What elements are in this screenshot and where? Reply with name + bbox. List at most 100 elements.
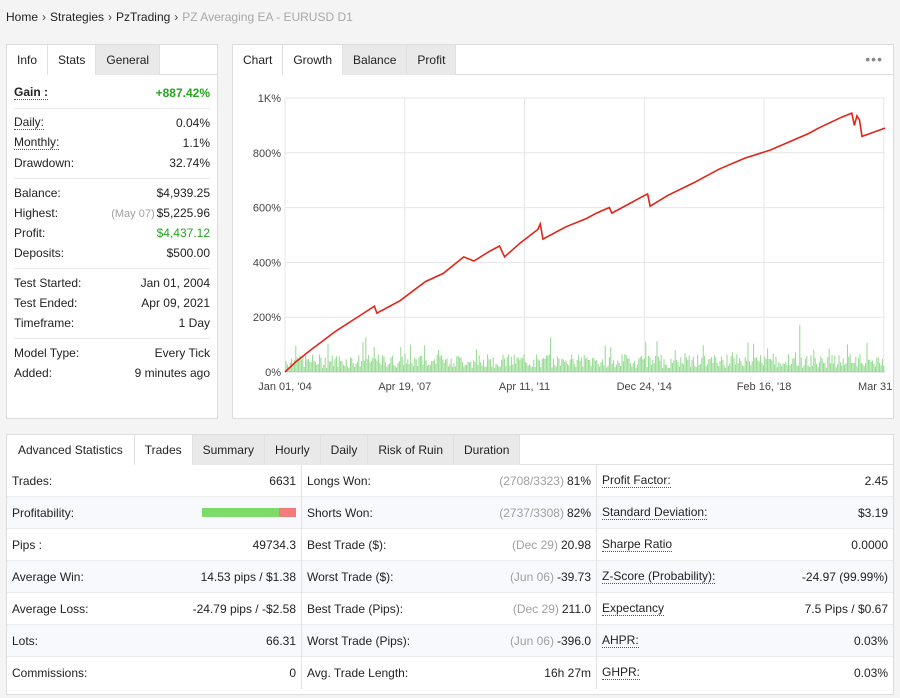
tab-summary[interactable]: Summary [192, 435, 265, 465]
rates-group: Daily: 0.04% Monthly: 1.1% Drawdown: 32.74% [14, 109, 210, 179]
z-score-value: -24.97 (99.99%) [801, 569, 888, 584]
tab-trades[interactable]: Trades [134, 435, 193, 465]
breadcrumb-pztrading[interactable]: PzTrading [116, 10, 170, 24]
chart-tabs: Chart Growth Balance Profit [233, 45, 893, 75]
balance-group: Balance: $4,939.25 Highest: (May 07) $5,225… [14, 179, 210, 269]
advanced-statistics-panel: Advanced Statistics Trades Summary Hourl… [6, 434, 894, 695]
tab-daily[interactable]: Daily [320, 435, 369, 465]
x-tick-label: Jan 01, '04 [258, 381, 311, 393]
z-score-label[interactable]: Z-Score (Probability): [602, 569, 716, 584]
x-tick-label: Apr 19, '07 [378, 381, 431, 393]
profitability-lost-fill [279, 508, 296, 517]
advanced-grid: Trades: 6631 Profitability: Pips : 49734.3… [7, 465, 893, 689]
advanced-statistics-title: Advanced Statistics [7, 435, 135, 465]
tab-stats[interactable]: Stats [48, 45, 97, 75]
tab-general[interactable]: General [96, 45, 161, 75]
tab-chart[interactable]: Chart [233, 45, 284, 75]
best-trade-usd-value: 20.98 [560, 537, 591, 552]
best-trade-pips-label: Best Trade (Pips): [307, 601, 404, 616]
stat-row: Longs Won: (2708/3323) 81% [302, 465, 596, 497]
y-tick-label: 800% [253, 148, 281, 160]
worst-trade-usd-value: -39.73 [556, 569, 591, 584]
stat-row: Sharpe Ratio 0.0000 [597, 529, 893, 561]
tab-duration[interactable]: Duration [454, 435, 521, 465]
sharpe-ratio-label[interactable]: Sharpe Ratio [602, 537, 673, 552]
growth-line [284, 112, 886, 373]
tab-hourly[interactable]: Hourly [264, 435, 321, 465]
standard-deviation-value: $3.19 [857, 505, 888, 520]
worst-trade-pips-value: -396.0 [556, 633, 591, 648]
shorts-won-value: 82% [566, 505, 591, 520]
trades-value: 6631 [269, 473, 296, 488]
x-tick-label: Dec 24, '14 [617, 381, 672, 393]
test-group: Test Started: Jan 01, 2004 Test Ended: Apr… [14, 269, 210, 339]
daily-value: 0.04% [175, 116, 210, 130]
standard-deviation-label[interactable]: Standard Deviation: [602, 505, 708, 520]
stat-row: Z-Score (Probability): -24.97 (99.99%) [597, 561, 893, 593]
monthly-label[interactable]: Monthly: [14, 136, 60, 150]
tab-balance[interactable]: Balance [343, 45, 408, 75]
stat-row: Pips : 49734.3 [7, 529, 301, 561]
longs-won-count: (2708/3323) [499, 473, 564, 488]
more-options-icon[interactable]: ••• [865, 51, 883, 67]
growth-chart: 0% 200% 400% 600% 800% 1K% Jan 01, '04 Apr 19, … [253, 93, 893, 393]
tab-growth[interactable]: Growth [283, 45, 344, 75]
model-type-label: Model Type: [14, 346, 80, 360]
balance-label: Balance: [14, 186, 61, 200]
worst-trade-pips-date: (Jun 06) [509, 633, 554, 648]
y-tick-label: 200% [253, 312, 281, 324]
deposits-label: Deposits: [14, 246, 65, 260]
added-label: Added: [14, 366, 53, 380]
stat-row: Profit Factor: 2.45 [597, 465, 893, 497]
ghpr-label[interactable]: GHPR: [602, 666, 641, 680]
x-tick-label: Feb 16, '18 [737, 381, 792, 393]
stat-row: Best Trade ($): (Dec 29) 20.98 [302, 529, 596, 561]
y-tick-label: 400% [253, 257, 281, 269]
worst-trade-usd-label: Worst Trade ($): [307, 569, 394, 584]
y-tick-label: 0% [265, 367, 281, 379]
gain-group: Gain : +887.42% [14, 79, 210, 109]
info-tabs: Info Stats General [7, 45, 217, 75]
stat-row: Average Win: 14.53 pips / $1.38 [7, 561, 301, 593]
breadcrumb-separator: › [42, 10, 47, 24]
average-loss-label: Average Loss: [12, 601, 89, 616]
gain-label[interactable]: Gain : [14, 86, 49, 100]
longs-won-value: 81% [566, 473, 591, 488]
ghpr-value: 0.03% [853, 666, 888, 680]
stat-row: Worst Trade ($): (Jun 06) -39.73 [302, 561, 596, 593]
test-ended-label: Test Ended: [14, 296, 78, 310]
avg-trade-length-label: Avg. Trade Length: [307, 666, 409, 680]
best-trade-usd-date: (Dec 29) [511, 537, 558, 552]
breadcrumb-strategies[interactable]: Strategies [50, 10, 104, 24]
daily-label[interactable]: Daily: [14, 116, 45, 130]
sharpe-ratio-value: 0.0000 [851, 537, 888, 552]
breadcrumb: Home › Strategies › PzTrading › PZ Averaging E… [6, 10, 353, 24]
model-type-value: Every Tick [154, 346, 210, 360]
stat-row: Avg. Trade Length: 16h 27m [302, 657, 596, 689]
average-win-label: Average Win: [12, 569, 84, 584]
stat-row: GHPR: 0.03% [597, 657, 893, 689]
commissions-value: 0 [289, 666, 296, 680]
stat-row: AHPR: 0.03% [597, 625, 893, 657]
ahpr-label[interactable]: AHPR: [602, 633, 639, 648]
chart-panel: Chart Growth Balance Profit ••• 0% 200% 40… [232, 44, 894, 419]
worst-trade-pips-label: Worst Trade (Pips): [307, 633, 411, 648]
test-ended-value: Apr 09, 2021 [141, 296, 210, 310]
lots-label: Lots: [12, 633, 39, 648]
worst-trade-usd-date: (Jun 06) [509, 569, 554, 584]
shorts-won-count: (2737/3308) [499, 505, 564, 520]
best-trade-pips-value: 211.0 [561, 601, 591, 616]
y-tick-label: 600% [253, 203, 281, 215]
expectancy-label[interactable]: Expectancy [602, 601, 665, 616]
tab-risk-of-ruin[interactable]: Risk of Ruin [368, 435, 455, 465]
breadcrumb-home[interactable]: Home [6, 10, 38, 24]
expectancy-value: 7.5 Pips / $0.67 [804, 601, 888, 616]
x-tick-label: Mar 31, '... [858, 381, 893, 393]
profitability-bar [202, 508, 296, 517]
profit-factor-label[interactable]: Profit Factor: [602, 473, 671, 488]
profit-factor-value: 2.45 [864, 473, 888, 488]
tab-info[interactable]: Info [7, 45, 49, 75]
stat-row: Average Loss: -24.79 pips / -$2.58 [7, 593, 301, 625]
breadcrumb-separator: › [108, 10, 113, 24]
tab-profit[interactable]: Profit [407, 45, 457, 75]
